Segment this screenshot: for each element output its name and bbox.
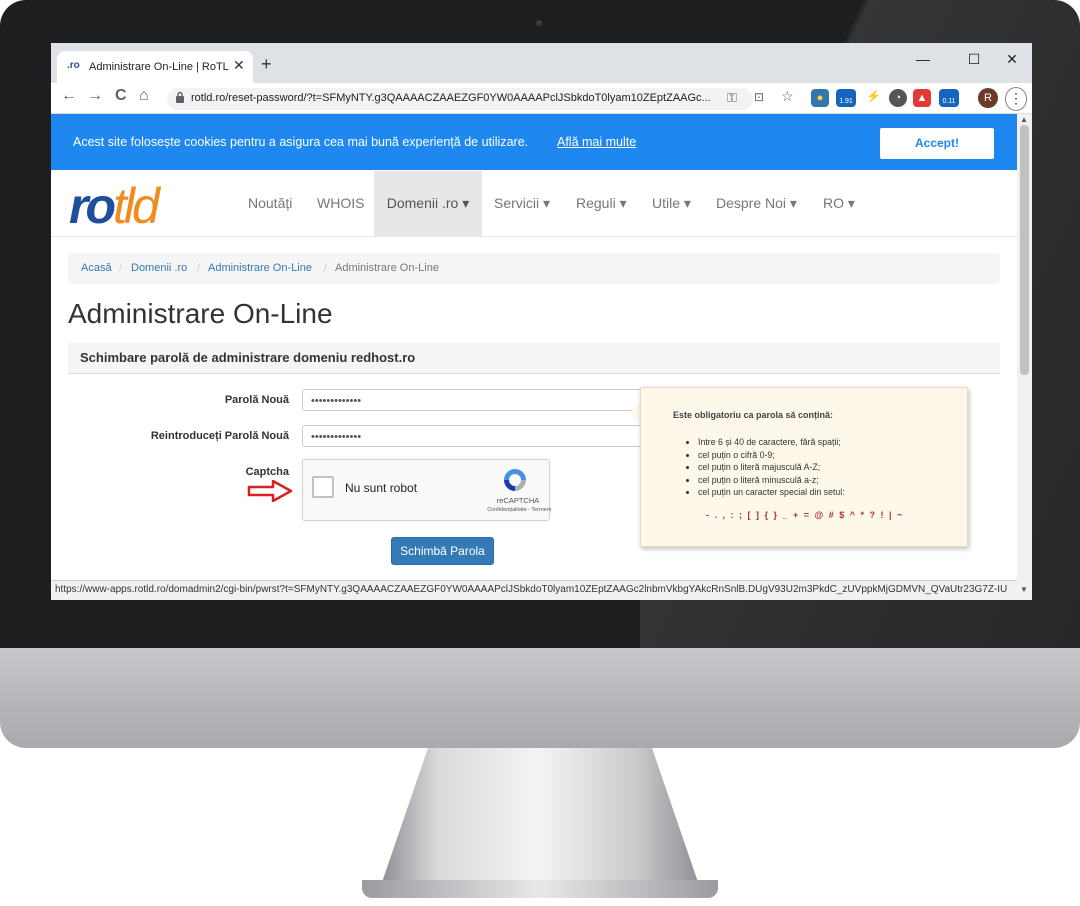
cookie-more-link[interactable]: Află mai multe	[557, 135, 636, 149]
recaptcha-label: Nu sunt robot	[345, 481, 418, 495]
breadcrumb-separator: /	[324, 262, 328, 274]
rotld-logo[interactable]: rotld	[69, 181, 160, 231]
change-password-button[interactable]: Schimbă Parola	[391, 537, 494, 565]
nav-item-utile[interactable]: Utile ▾	[640, 171, 703, 236]
recaptcha-logo-icon	[504, 469, 526, 491]
webcam	[535, 19, 543, 27]
tooltip-title: Este obligatoriu ca parola să conțină:	[673, 410, 834, 420]
python-extension-icon[interactable]: ●	[811, 89, 829, 107]
nav-item-reguli[interactable]: Reguli ▾	[564, 171, 639, 236]
status-url: https://www-apps.rotld.ro/domadmin2/cgi-…	[55, 584, 1007, 595]
new-password-label: Parolă Nouă	[224, 394, 289, 406]
nav-item-whois[interactable]: WHOIS	[305, 171, 376, 236]
password-rule: cel puțin un caracter special din setul:	[698, 486, 845, 499]
special-characters: - . , : ; [ ] { } _ + = @ # $ ^ * ? ! | …	[706, 510, 904, 520]
cookie-banner: Acest site folosește cookies pentru a as…	[51, 114, 1017, 170]
forward-icon[interactable]: →	[87, 87, 103, 105]
reload-icon[interactable]: C	[115, 87, 127, 105]
bookmark-star-icon[interactable]: ☆	[781, 88, 794, 105]
captcha-label: Captcha	[245, 466, 289, 478]
url-text: rotld.ro/reset-password/?t=SFMyNTY.g3QAA…	[191, 92, 711, 104]
browser-tab[interactable]: .ro Administrare On-Line | RoTLD - R ✕	[57, 51, 253, 83]
recaptcha-brand: reCAPTCHA	[496, 496, 540, 505]
breadcrumb-home[interactable]: Acasă	[81, 262, 112, 274]
browser-window: .ro Administrare On-Line | RoTLD - R ✕ +…	[51, 43, 1032, 600]
speedometer-extension-icon[interactable]: ◔	[889, 89, 907, 107]
breadcrumb-administrare[interactable]: Administrare On-Line	[208, 262, 312, 274]
scroll-down-icon[interactable]: ▼	[1020, 585, 1028, 594]
minimize-button[interactable]: —	[908, 51, 938, 67]
password-rule: între 6 și 40 de caractere, fără spații;	[698, 436, 845, 449]
browser-menu-icon[interactable]: ⋮	[1005, 87, 1027, 111]
page-content: Acest site folosește cookies pentru a as…	[51, 114, 1017, 580]
home-icon[interactable]: ⌂	[139, 87, 149, 105]
scroll-up-icon[interactable]: ▲	[1020, 115, 1028, 124]
new-tab-button[interactable]: +	[261, 55, 272, 73]
cookie-message: Acest site folosește cookies pentru a as…	[73, 135, 529, 149]
nav-item-domenii[interactable]: Domenii .ro ▾	[374, 171, 482, 236]
recaptcha-privacy-terms[interactable]: Confidențialitate - Termeni	[451, 507, 551, 513]
password-rule: cel puțin o literă majusculă A-Z;	[698, 461, 845, 474]
breadcrumb-separator: /	[197, 262, 201, 274]
scrollbar-thumb[interactable]	[1020, 125, 1029, 375]
red-arrow-icon	[247, 480, 293, 502]
lightning-extension-icon[interactable]: ⚡	[866, 89, 881, 103]
lock-icon[interactable]	[175, 91, 185, 103]
monitor-chin	[0, 648, 1080, 748]
monitor-stand	[380, 748, 700, 888]
back-icon[interactable]: ←	[61, 87, 77, 105]
page-title: Administrare On-Line	[68, 298, 333, 329]
profile-avatar[interactable]: R	[978, 88, 998, 108]
breadcrumb-current: Administrare On-Line	[335, 262, 439, 274]
close-window-button[interactable]: ✕	[997, 51, 1027, 68]
confirm-password-input[interactable]: •••••••••••••	[302, 425, 688, 447]
extension-badge-icon[interactable]: 0.11	[939, 89, 959, 107]
panel-title: Schimbare parolă de administrare domeniu…	[80, 350, 416, 365]
extension-badge-icon[interactable]: 1.91	[836, 89, 856, 107]
translate-icon[interactable]: ⊡	[754, 90, 764, 104]
nav-item-noutati[interactable]: Noutăți	[236, 171, 304, 236]
monitor-stand-base	[362, 880, 718, 898]
nav-item-language[interactable]: RO ▾	[811, 171, 867, 236]
site-navbar: rotld Noutăți WHOIS Domenii .ro ▾ Servic…	[51, 171, 1017, 237]
breadcrumb-domenii[interactable]: Domenii .ro	[131, 262, 187, 274]
red-extension-icon[interactable]: ▲	[913, 89, 931, 107]
maximize-button[interactable]: ☐	[959, 51, 989, 68]
tooltip-pointer	[629, 402, 640, 424]
favicon-icon: .ro	[67, 60, 80, 71]
accept-cookies-button[interactable]: Accept!	[880, 128, 994, 159]
nav-item-servicii[interactable]: Servicii ▾	[482, 171, 562, 236]
password-rules-list: între 6 și 40 de caractere, fără spații;…	[685, 436, 845, 499]
password-rule: cel puțin o literă minusculă a-z;	[698, 474, 845, 487]
tab-title: Administrare On-Line | RoTLD - R	[89, 61, 229, 73]
confirm-password-label: Reintroduceți Parolă Nouă	[150, 430, 289, 442]
close-tab-icon[interactable]: ✕	[233, 57, 245, 74]
key-icon[interactable]: ⚿	[727, 90, 737, 106]
breadcrumb-separator: /	[119, 262, 123, 274]
password-rule: cel puțin o cifră 0-9;	[698, 449, 845, 462]
recaptcha-checkbox[interactable]	[312, 476, 334, 498]
nav-item-despre-noi[interactable]: Despre Noi ▾	[704, 171, 809, 236]
